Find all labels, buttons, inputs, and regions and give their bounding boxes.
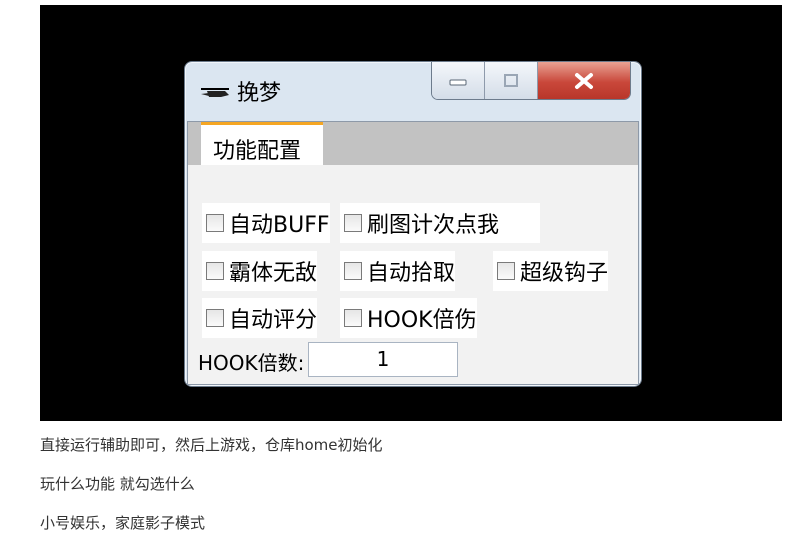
hook-multiplier-input[interactable]: 1 — [308, 342, 458, 377]
screenshot-frame: 挽梦 功能配置 自动BUFF 刷图计次点我 霸体无敌 自动拾取 超级钩子 自动评… — [40, 5, 782, 421]
option-label: 刷图计次点我 — [367, 213, 500, 238]
option-label: 霸体无敌 — [229, 261, 318, 286]
option-label: 自动评分 — [229, 308, 318, 333]
option-hook-multiplier[interactable]: HOOK倍伤 — [340, 298, 477, 338]
caption-buttons — [431, 62, 631, 100]
checkbox[interactable] — [206, 214, 224, 232]
option-auto-pickup[interactable]: 自动拾取 — [340, 251, 456, 291]
hook-multiplier-label: HOOK倍数: — [198, 351, 305, 375]
minimize-button[interactable] — [432, 62, 485, 99]
helicopter-icon — [201, 88, 229, 97]
client-area: 功能配置 自动BUFF 刷图计次点我 霸体无敌 自动拾取 超级钩子 自动评分 H… — [187, 121, 639, 385]
checkbox[interactable] — [344, 214, 362, 232]
maximize-icon — [504, 73, 518, 87]
option-map-counter[interactable]: 刷图计次点我 — [340, 203, 540, 243]
app-window: 挽梦 功能配置 自动BUFF 刷图计次点我 霸体无敌 自动拾取 超级钩子 自动评… — [184, 61, 642, 387]
checkbox[interactable] — [344, 262, 362, 280]
option-label: HOOK倍伤 — [367, 308, 477, 333]
tab-strip: 功能配置 — [188, 122, 638, 165]
minimize-icon — [449, 79, 467, 85]
option-label: 超级钩子 — [520, 261, 609, 286]
paragraph-1: 直接运行辅助即可，然后上游戏，仓库home初始化 — [40, 436, 383, 454]
title-bar[interactable]: 挽梦 — [185, 62, 641, 112]
option-label: 自动拾取 — [367, 261, 456, 286]
option-super-hook[interactable]: 超级钩子 — [493, 251, 609, 291]
close-button[interactable] — [538, 62, 630, 99]
tab-function-config[interactable]: 功能配置 — [201, 122, 323, 165]
tab-label: 功能配置 — [213, 139, 302, 164]
option-auto-score[interactable]: 自动评分 — [202, 298, 318, 338]
paragraph-3: 小号娱乐，家庭影子模式 — [40, 514, 206, 532]
paragraph-2: 玩什么功能 就勾选什么 — [40, 475, 195, 493]
option-label: 自动BUFF — [229, 213, 330, 238]
checkbox[interactable] — [206, 262, 224, 280]
checkbox[interactable] — [206, 309, 224, 327]
checkbox[interactable] — [497, 262, 515, 280]
maximize-button[interactable] — [485, 62, 538, 99]
option-auto-buff[interactable]: 自动BUFF — [202, 203, 330, 243]
close-icon — [575, 72, 593, 89]
checkbox[interactable] — [344, 309, 362, 327]
option-invincible[interactable]: 霸体无敌 — [202, 251, 318, 291]
window-title: 挽梦 — [237, 81, 282, 106]
